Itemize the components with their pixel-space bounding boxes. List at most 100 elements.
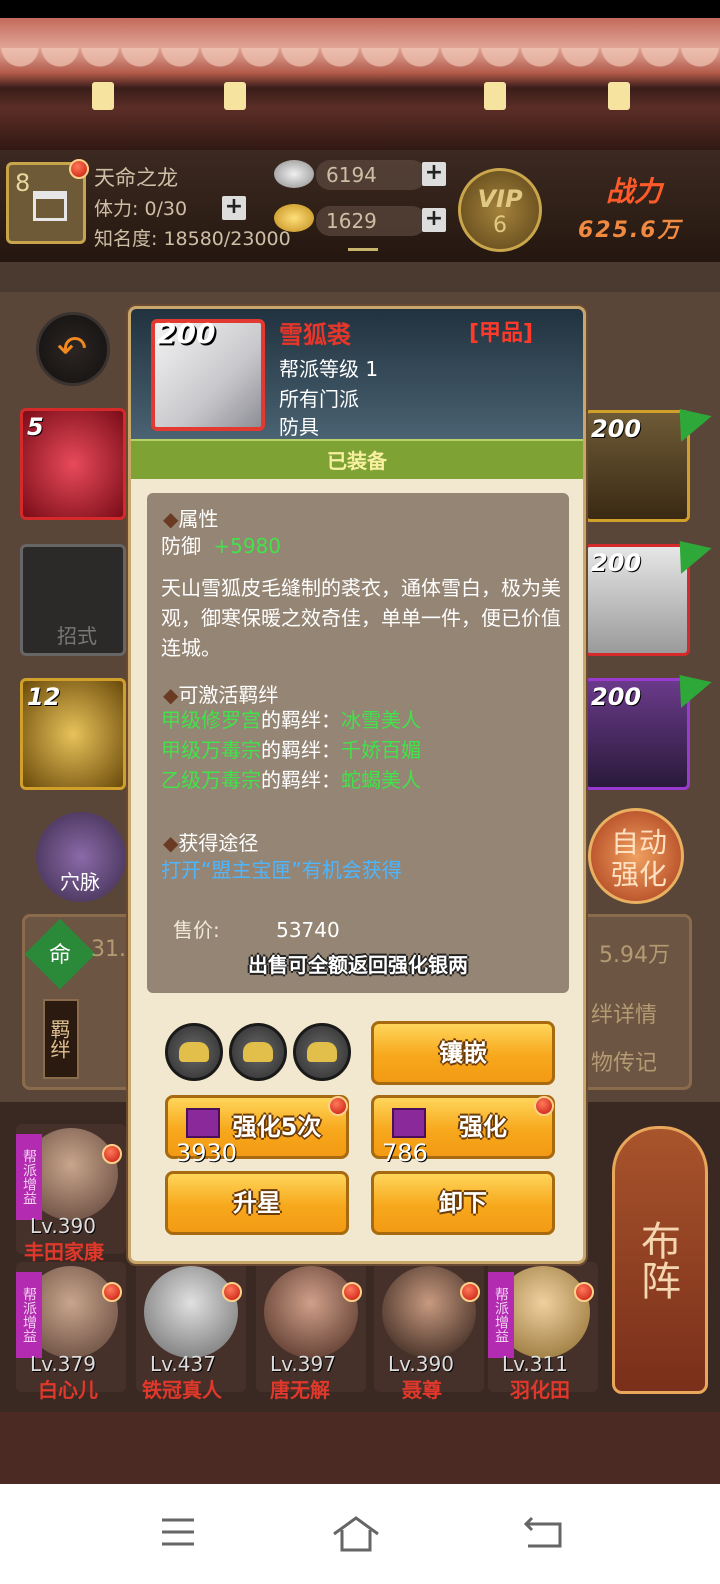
guild-bonus-tag: 帮派增益 <box>16 1134 42 1220</box>
empty-skill-slot[interactable]: 招式 <box>20 544 126 656</box>
hero-card[interactable]: Lv.437 铁冠真人 <box>136 1262 246 1402</box>
enhance-5x-button[interactable]: 强化5次 3930 <box>165 1095 349 1167</box>
player-avatar[interactable]: 8 <box>6 159 89 244</box>
notification-dot <box>460 1282 480 1302</box>
hero-level: Lv.390 <box>388 1352 454 1376</box>
enhance-label: 强化 <box>459 1113 507 1141</box>
back-arrow-icon: ↶ <box>57 329 88 370</box>
enhance-5x-label: 强化5次 <box>232 1113 322 1141</box>
enhance-button[interactable]: 强化 786 <box>371 1095 555 1167</box>
hero-level: Lv.379 <box>30 1352 96 1376</box>
sect-requirement: 所有门派 <box>279 387 359 411</box>
gem-socket[interactable] <box>165 1023 223 1081</box>
attribute-value: +5980 <box>213 534 282 558</box>
hero-level: Lv.311 <box>502 1352 568 1376</box>
upgrade-arrow-icon <box>664 402 708 446</box>
notification-dot <box>69 159 89 179</box>
inlay-button[interactable]: 镶嵌 <box>371 1021 555 1085</box>
fame-text: 知名度: 18580/23000 <box>94 228 291 250</box>
notification-dot <box>102 1282 122 1302</box>
chevron-up-icon[interactable] <box>348 248 378 262</box>
formation-button[interactable]: 布阵 <box>612 1126 708 1394</box>
player-bar: 8 天命之龙 体力: 0/30 + 知名度: 18580/23000 6194 … <box>0 150 720 262</box>
bond-detail-link[interactable]: 绊详情 <box>591 997 657 1029</box>
silver-ingot-icon <box>274 160 314 188</box>
power-label: 战力 <box>606 175 663 208</box>
hero-name: 羽化田 <box>510 1378 570 1402</box>
gold-ingot-icon <box>274 204 314 232</box>
notification-dot <box>574 1282 594 1302</box>
slot-number: 200 <box>591 549 642 577</box>
menu-icon[interactable] <box>160 1514 196 1550</box>
add-gold-button[interactable]: + <box>422 208 446 232</box>
hero-name: 聂尊 <box>402 1378 442 1402</box>
home-icon[interactable] <box>332 1514 380 1554</box>
meridian-button[interactable]: 穴脉 <box>36 812 126 902</box>
hero-card[interactable]: 帮派增益 Lv.390 丰田家康 <box>16 1124 126 1264</box>
gem-socket[interactable] <box>229 1023 287 1081</box>
notification-dot <box>102 1144 122 1164</box>
bond-row: 甲级修罗宫的羁绊：冰雪美人 <box>161 708 421 732</box>
notification-dot <box>534 1096 554 1116</box>
system-nav-bar <box>0 1484 720 1584</box>
item-header: 200 雪狐裘 [甲品] 帮派等级 1 所有门派 防具 <box>131 309 583 439</box>
item-info-panel: ◆属性 防御 +5980 天山雪狐皮毛缝制的裘衣，通体雪白，极为美观，御寒保暖之… <box>147 493 569 993</box>
silver-amount: 6194 <box>316 160 426 190</box>
item-type: 防具 <box>279 415 319 439</box>
auto-enhance-label: 自动强化 <box>610 826 667 891</box>
attribute-row: 防御 +5980 <box>161 531 561 561</box>
footer-background <box>0 1412 720 1484</box>
hero-card[interactable]: 帮派增益 Lv.311 羽化田 <box>488 1262 598 1402</box>
bonds-section-title: ◆可激活羁绊 <box>163 683 279 707</box>
auto-enhance-button[interactable]: 自动强化 <box>588 808 684 904</box>
hero-card[interactable]: Lv.397 唐无解 <box>256 1262 366 1402</box>
biography-link[interactable]: 物传记 <box>591 1045 657 1077</box>
bond-row: 甲级万毒宗的羁绊：千娇百媚 <box>161 738 421 762</box>
hero-level: Lv.437 <box>150 1352 216 1376</box>
back-button[interactable]: ↶ <box>36 312 110 386</box>
slot-number: 5 <box>27 413 44 441</box>
notification-dot <box>342 1282 362 1302</box>
hero-card[interactable]: 帮派增益 Lv.379 白心儿 <box>16 1262 126 1402</box>
hero-portrait <box>264 1266 358 1358</box>
price-row: 售价: 53740 <box>173 915 573 945</box>
bond-tab[interactable]: 羁绊 <box>43 999 79 1079</box>
item-name: 雪狐裘 <box>279 321 351 349</box>
hero-name: 唐无解 <box>270 1378 330 1402</box>
back-icon[interactable] <box>524 1514 564 1550</box>
hero-portrait <box>144 1266 238 1358</box>
guild-level-requirement: 帮派等级 1 <box>279 357 379 381</box>
house-icon <box>33 191 67 221</box>
hero-name: 铁冠真人 <box>142 1378 222 1402</box>
notification-dot <box>328 1096 348 1116</box>
unequip-button[interactable]: 卸下 <box>371 1171 555 1235</box>
obtain-method-link[interactable]: 打开“盟主宝匣”有机会获得 <box>161 855 561 885</box>
fate-label: 命 <box>49 943 72 968</box>
fate-value: 31. <box>91 937 126 962</box>
vip-badge[interactable]: VIP 6 <box>458 168 542 252</box>
upgrade-arrow-icon <box>664 668 708 712</box>
power-right-value: 5.94万 <box>599 943 670 968</box>
item-level: 200 <box>157 317 216 350</box>
star-up-button[interactable]: 升星 <box>165 1171 349 1235</box>
lantern <box>92 82 114 110</box>
add-stamina-button[interactable]: + <box>222 196 246 220</box>
lantern <box>608 82 630 110</box>
guild-bonus-tag: 帮派增益 <box>16 1272 42 1358</box>
hero-portrait <box>382 1266 476 1358</box>
skill-slot[interactable]: 5 <box>20 408 126 520</box>
hero-name: 白心儿 <box>38 1378 98 1402</box>
skill-slot[interactable]: 12 <box>20 678 126 790</box>
power-value: 625.6万 <box>578 218 682 243</box>
attribute-name: 防御 <box>161 534 201 558</box>
item-grade: [甲品] <box>469 321 534 346</box>
guild-bonus-tag: 帮派增益 <box>488 1272 514 1358</box>
vip-label: VIP <box>477 185 523 213</box>
item-icon: 200 <box>151 317 265 431</box>
hero-card[interactable]: Lv.390 聂尊 <box>374 1262 484 1402</box>
gem-socket[interactable] <box>293 1023 351 1081</box>
add-silver-button[interactable]: + <box>422 162 446 186</box>
notification-dot <box>222 1282 242 1302</box>
player-name: 天命之龙 <box>94 166 178 190</box>
player-level: 8 <box>15 169 31 197</box>
